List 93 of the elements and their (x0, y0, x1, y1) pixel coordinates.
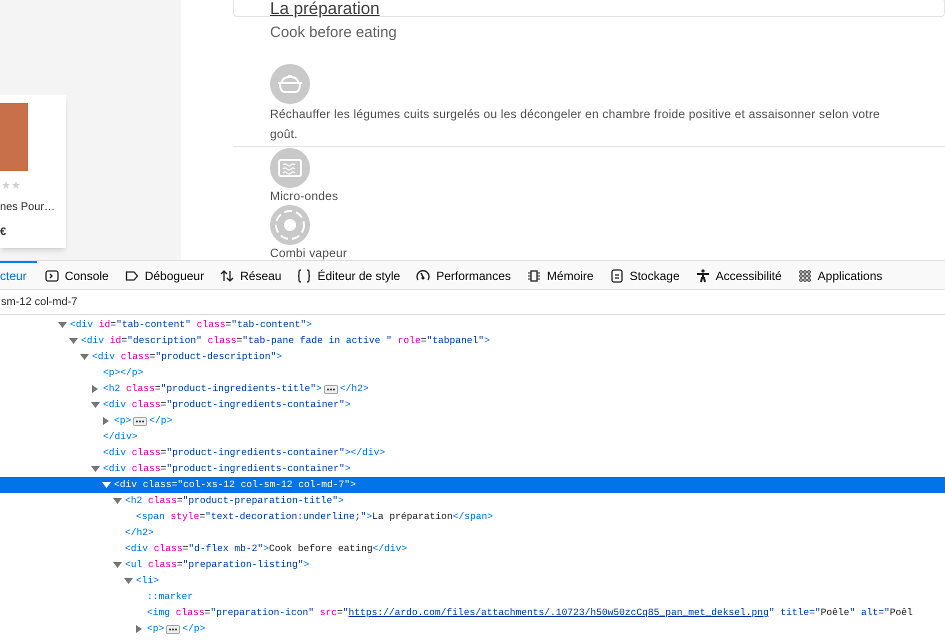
tree-row[interactable]: <div class="product-ingredients-container"></div> (0, 445, 945, 461)
markup-text: <p> (114, 414, 132, 428)
markup-text: <li> (136, 574, 160, 588)
tree-row[interactable]: <div class="col-xs-12 col-sm-12 col-md-7"> (0, 477, 945, 493)
markup-text: <div class="d-flex mb-2">Cook before eating</div> (125, 542, 408, 556)
markup-text: <div id="description" class="tab-pane fade in active " role="tabpanel"> (81, 334, 490, 348)
devtools-tab[interactable]: cteur (0, 261, 37, 289)
product-card[interactable]: nes Pour… € (0, 95, 66, 248)
grid-icon (798, 269, 812, 283)
section-subtitle: Cook before eating (270, 24, 397, 42)
braces-icon (297, 269, 312, 283)
tree-row[interactable]: <div id="description" class="tab-pane fade in active " role="tabpanel"> (0, 333, 945, 349)
devtools-tab[interactable]: Éditeur de style (289, 261, 408, 289)
markup-text: <div class="product-ingredients-container"> (103, 398, 351, 412)
method-label: Combi vapeur (270, 245, 348, 260)
photo-placeholder (0, 103, 28, 171)
devtools-tab[interactable]: Accessibilité (688, 261, 790, 289)
tree-row[interactable]: <img class="preparation-icon" src="https://ardo.com/files/attachments/.10723/h50w50zcCq85_pan_met_deksel.png" title="Poêle" alt="Poêl (0, 605, 945, 621)
star-icon (12, 181, 20, 189)
markup-text: <div class="product-ingredients-container"> (103, 462, 351, 476)
tree-row[interactable]: <div id="tab-content" class="tab-content"> (0, 317, 945, 333)
collapse-caret-icon[interactable] (124, 577, 133, 585)
expand-caret-icon[interactable] (102, 417, 111, 425)
product-price: € (0, 224, 8, 240)
expand-caret-icon[interactable] (91, 385, 100, 393)
section-title: La préparation (270, 0, 380, 17)
collapse-caret-icon[interactable] (80, 353, 89, 361)
markup-text: </h2> (125, 526, 154, 540)
collapse-caret-icon[interactable] (113, 497, 122, 505)
devtools-tab[interactable]: Débogueur (116, 261, 212, 289)
microwave-icon (270, 148, 310, 188)
markup-text: <p></p> (103, 366, 144, 380)
devtools-tab[interactable]: Stockage (602, 261, 688, 289)
tree-row[interactable]: <div class="product-description"> (0, 349, 945, 365)
steam-oven-icon (270, 205, 310, 245)
markup-text: </h2> (340, 382, 369, 396)
ellipsis-icon (324, 384, 338, 394)
collapse-caret-icon[interactable] (113, 561, 122, 569)
link[interactable]: https://ardo.com/files/attachments/.10723/h50w50zcCq85_pan_met_deksel.png (348, 607, 769, 618)
tree-row[interactable]: <h2 class="product-ingredients-title"> </h2> (0, 381, 945, 397)
tree-row[interactable]: <li> (0, 573, 945, 589)
product-name: nes Pour… (0, 200, 56, 215)
markup-text: <ul class="preparation-listing"> (125, 558, 310, 572)
devtools-tab[interactable]: Applications (790, 261, 890, 289)
markup-text: ::marker (147, 590, 194, 604)
tree-row[interactable]: <p> </p> (0, 413, 945, 429)
collapse-caret-icon[interactable] (102, 481, 111, 489)
ellipsis-icon (133, 416, 148, 426)
collapse-caret-icon[interactable] (58, 321, 67, 329)
tree-row[interactable]: <span style="text-decoration:underline;">La préparation</span> (0, 509, 945, 525)
expand-caret-icon[interactable] (135, 625, 144, 633)
collapse-caret-icon[interactable] (91, 465, 100, 473)
tree-row[interactable]: <div class="product-ingredients-container"> (0, 397, 945, 413)
markup-text: </p> (149, 414, 172, 428)
tree-row[interactable]: <div class="product-ingredients-container"> (0, 461, 945, 477)
tree-row[interactable]: </h2> (0, 525, 945, 541)
star-icon (2, 181, 10, 189)
ellipsis-icon (166, 624, 180, 634)
tree-row[interactable]: <div class="d-flex mb-2">Cook before eating</div> (0, 541, 945, 557)
chip-icon (526, 269, 541, 283)
devtools-tab[interactable]: Réseau (212, 261, 290, 289)
markup-text: <div class="product-description"> (92, 350, 282, 364)
markup-text: <h2 class="product-ingredients-title"> (103, 382, 322, 396)
markup-text: <div id="tab-content" class="tab-content"> (70, 318, 312, 332)
storage-icon (610, 269, 624, 283)
arrows-icon (220, 269, 234, 283)
method-label: Micro-ondes (270, 188, 338, 204)
markup-text: </p> (182, 622, 206, 636)
person-icon (696, 269, 710, 283)
console-icon (44, 269, 59, 283)
tag-shape-icon (124, 269, 139, 283)
instruction-text: Réchauffer les légumes cuits surgelés ou les décongeler en chambre froide positive et assaisonner selon votre goût. (270, 106, 880, 143)
markup-text: <h2 class="product-preparation-title"> (125, 494, 344, 508)
tree-row[interactable]: ::marker (0, 589, 945, 605)
breadcrumb-item[interactable]: sm-12 col-md-7 (0, 294, 78, 310)
pan-icon (270, 64, 310, 104)
markup-text: <span style="text-decoration:underline;">La préparation</span> (136, 510, 493, 524)
markup-text: <div class="product-ingredients-container"></div> (103, 446, 386, 460)
markup-text: </div> (103, 430, 138, 444)
markup-text: <p> (147, 622, 164, 636)
tree-row[interactable]: <ul class="preparation-listing"> (0, 557, 945, 573)
collapse-caret-icon[interactable] (69, 337, 78, 345)
collapse-caret-icon[interactable] (91, 401, 100, 409)
tree-row[interactable]: </div> (0, 429, 945, 445)
markup-text: <div class="col-xs-12 col-sm-12 col-md-7"> (114, 478, 356, 492)
devtools-tab[interactable]: Performances (408, 261, 519, 289)
markup-text: <img class="preparation-icon" src="https://ardo.com/files/attachments/.10723/h50w50zcCq85_pan_met_deksel.png" title="Poêle" alt="Poêl (147, 606, 913, 620)
tree-row[interactable]: <p></p> (0, 365, 945, 381)
devtools-tab[interactable]: Mémoire (518, 261, 602, 289)
tree-row[interactable]: <h2 class="product-preparation-title"> (0, 493, 945, 509)
tree-row[interactable]: <p> </p> (0, 621, 945, 637)
devtools-tab[interactable]: Console (36, 261, 117, 289)
gauge-icon (416, 269, 430, 283)
